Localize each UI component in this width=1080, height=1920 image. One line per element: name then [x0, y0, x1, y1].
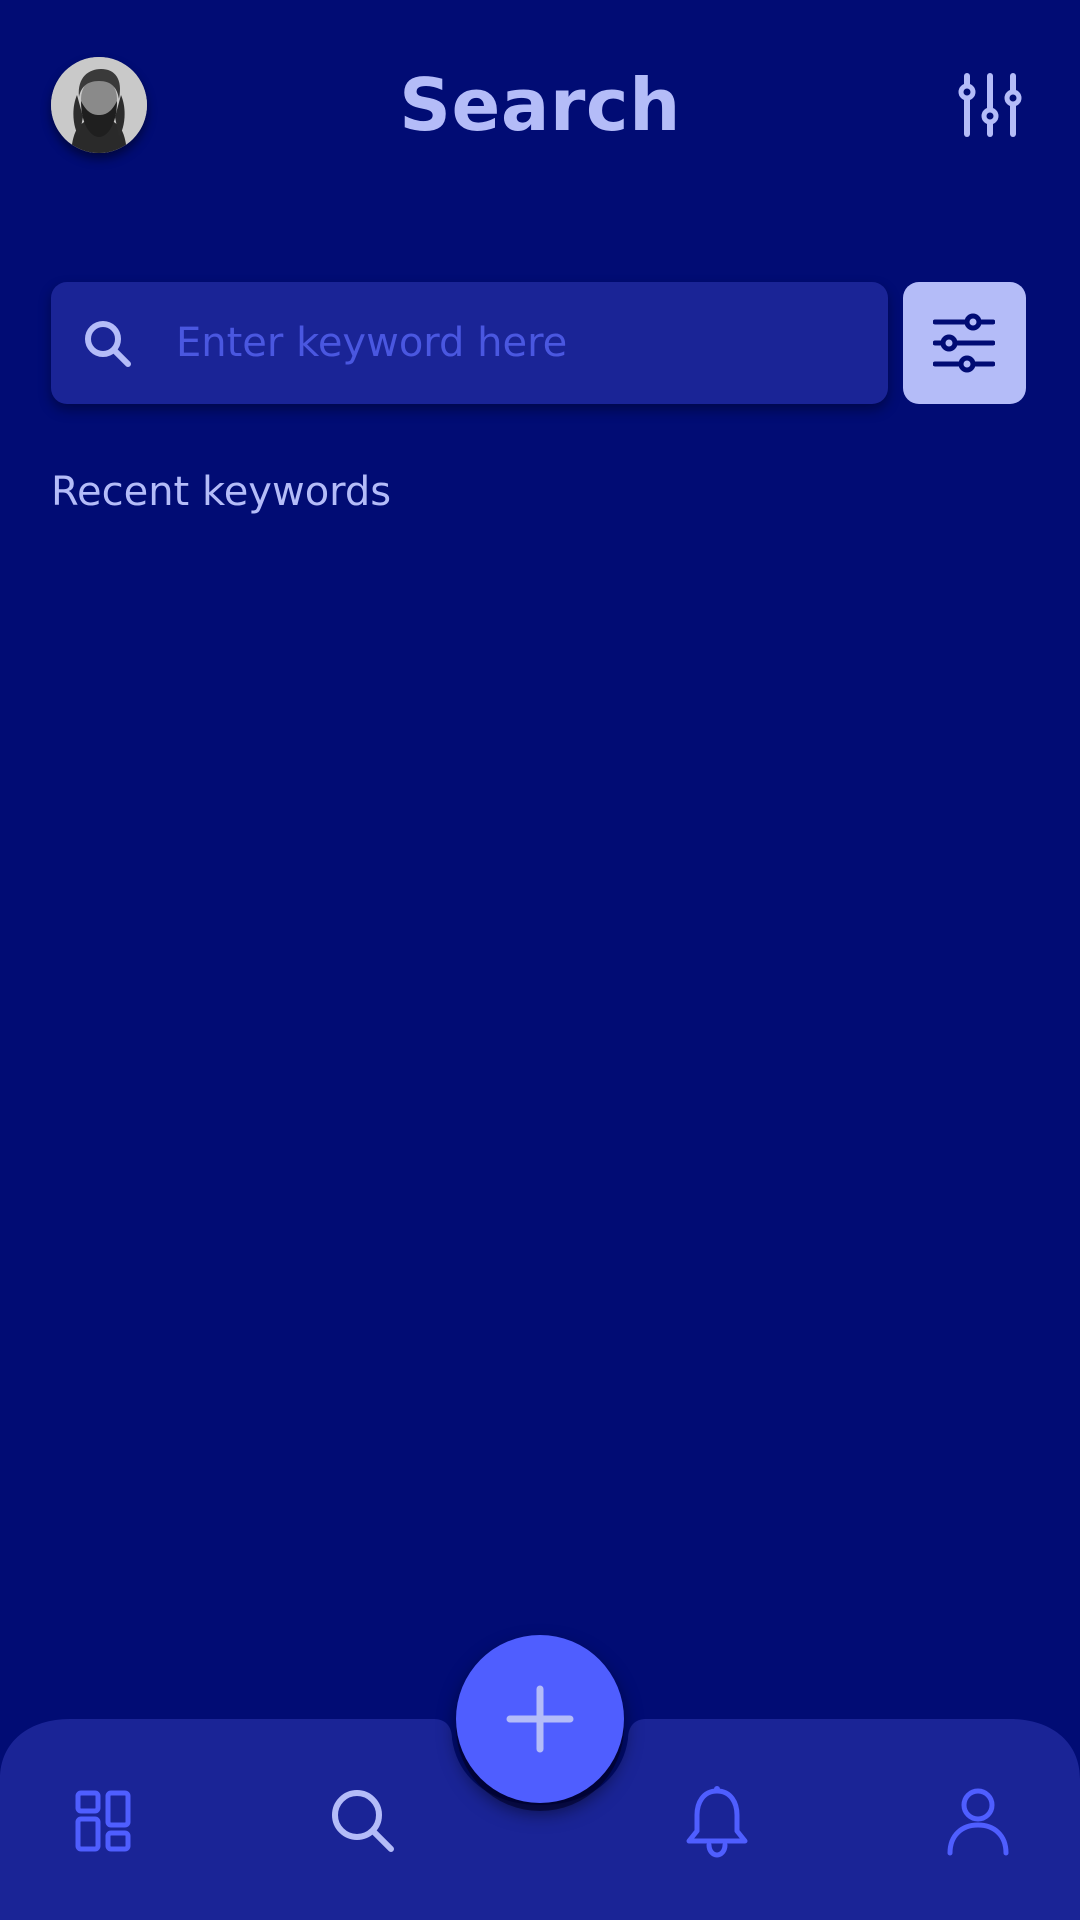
app-header: Search — [0, 0, 1080, 210]
recent-keywords-heading: Recent keywords — [51, 469, 392, 515]
nav-notifications[interactable] — [677, 1781, 757, 1861]
profile-icon — [947, 1788, 1009, 1856]
page-title: Search — [399, 63, 681, 147]
bell-icon — [686, 1786, 748, 1858]
sliders-horizontal-icon — [933, 313, 995, 373]
nav-search[interactable] — [323, 1781, 403, 1861]
nav-dashboard[interactable] — [64, 1781, 144, 1861]
search-input[interactable] — [176, 282, 866, 404]
sliders-vertical-icon — [958, 73, 1022, 137]
search-row — [51, 282, 1026, 404]
add-button[interactable] — [456, 1635, 624, 1803]
plus-icon — [506, 1685, 574, 1753]
search-icon — [332, 1790, 394, 1852]
search-icon — [81, 317, 133, 369]
filter-button[interactable] — [903, 282, 1026, 404]
settings-button[interactable] — [955, 70, 1025, 140]
nav-profile[interactable] — [938, 1781, 1018, 1861]
search-box — [51, 282, 888, 404]
dashboard-icon — [75, 1790, 131, 1852]
